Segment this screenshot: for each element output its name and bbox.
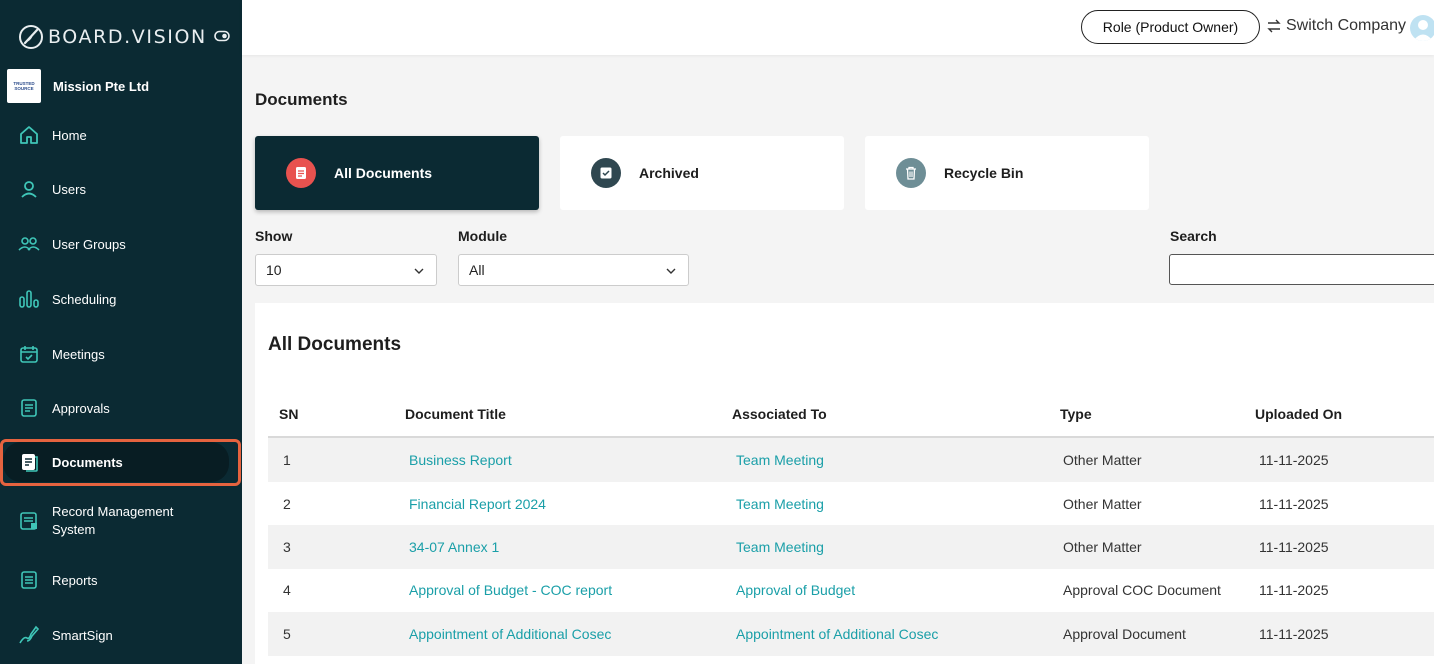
module-label: Module: [458, 228, 507, 244]
switch-arrows-icon: [1267, 19, 1281, 33]
associated-to-link[interactable]: Team Meeting: [736, 539, 824, 555]
table-row[interactable]: 3 34-07 Annex 1 Team Meeting Other Matte…: [268, 525, 1434, 569]
card-archived[interactable]: Archived: [560, 136, 844, 210]
cell-uploaded-on: 11-11-2025: [1259, 582, 1329, 598]
table-row[interactable]: 4 Approval of Budget - COC report Approv…: [268, 568, 1434, 612]
document-icon: [22, 454, 38, 472]
avatar[interactable]: [1410, 15, 1434, 41]
trash-icon: [896, 158, 926, 188]
cell-type: Other Matter: [1063, 452, 1142, 468]
sidebar-item-scheduling[interactable]: Scheduling: [0, 276, 242, 322]
module-select[interactable]: All: [458, 254, 689, 286]
sidebar-item-home[interactable]: Home: [0, 112, 242, 158]
cell-type: Other Matter: [1063, 496, 1142, 512]
logo-text: BOARD.VISION: [48, 26, 207, 48]
signature-icon: [19, 625, 40, 644]
card-recycle-bin[interactable]: Recycle Bin: [865, 136, 1149, 210]
sidebar-toggle-icon[interactable]: [214, 30, 230, 42]
brand-logo[interactable]: BOARD.VISION: [18, 24, 230, 50]
cell-type: Approval Document: [1063, 626, 1186, 642]
chevron-down-icon: [666, 268, 676, 274]
document-title-link[interactable]: Appointment of Additional Cosec: [409, 626, 611, 642]
cell-type: Approval COC Document: [1063, 582, 1221, 598]
document-title-link[interactable]: 34-07 Annex 1: [409, 539, 499, 555]
table-row[interactable]: 1 Business Report Team Meeting Other Mat…: [268, 438, 1434, 482]
document-icon: [286, 158, 316, 188]
archive-icon: [591, 158, 621, 188]
calendar-icon: [20, 346, 38, 363]
column-header-document-title[interactable]: Document Title: [405, 406, 506, 422]
user-icon: [21, 181, 37, 198]
table-row[interactable]: 5 Appointment of Additional Cosec Appoin…: [268, 612, 1434, 656]
show-label: Show: [255, 228, 293, 244]
associated-to-link[interactable]: Team Meeting: [736, 452, 824, 468]
column-header-type[interactable]: Type: [1060, 406, 1092, 422]
records-icon: [20, 512, 37, 530]
sidebar-item-meetings[interactable]: Meetings: [0, 331, 242, 377]
associated-to-link[interactable]: Appointment of Additional Cosec: [736, 626, 938, 642]
cell-uploaded-on: 11-11-2025: [1259, 496, 1329, 512]
sidebar: BOARD.VISION TRUSTED SOURCE Mission Pte …: [0, 0, 242, 664]
search-label: Search: [1170, 228, 1217, 244]
sidebar-item-smartsign[interactable]: SmartSign: [0, 612, 242, 658]
chevron-down-icon: [414, 268, 424, 274]
document-title-link[interactable]: Business Report: [409, 452, 512, 468]
associated-to-link[interactable]: Approval of Budget: [736, 582, 855, 598]
scheduling-icon: [19, 290, 39, 308]
column-header-sn[interactable]: SN: [279, 406, 298, 422]
cell-sn: 1: [283, 452, 291, 468]
cell-uploaded-on: 11-11-2025: [1259, 626, 1329, 642]
sidebar-item-reports[interactable]: Reports: [0, 557, 242, 603]
company-selector[interactable]: TRUSTED SOURCE Mission Pte Ltd: [7, 69, 149, 103]
document-title-link[interactable]: Financial Report 2024: [409, 496, 546, 512]
sidebar-item-user-groups[interactable]: User Groups: [0, 221, 242, 267]
cell-sn: 3: [283, 539, 291, 555]
sidebar-item-approvals[interactable]: Approvals: [0, 385, 242, 431]
sidebar-item-record-management[interactable]: Record Management System: [0, 498, 242, 544]
company-name: Mission Pte Ltd: [53, 78, 150, 94]
cell-uploaded-on: 11-11-2025: [1259, 539, 1329, 555]
reports-icon: [21, 571, 37, 589]
switch-company-button[interactable]: Switch Company: [1266, 17, 1406, 35]
column-header-associated-to[interactable]: Associated To: [732, 406, 827, 422]
document-title-link[interactable]: Approval of Budget - COC report: [409, 582, 612, 598]
switch-company-label: Switch Company: [1286, 17, 1407, 34]
sidebar-item-documents[interactable]: Documents: [0, 439, 242, 486]
role-button[interactable]: Role (Product Owner): [1081, 10, 1260, 44]
company-logo: TRUSTED SOURCE: [7, 69, 41, 103]
cell-sn: 4: [283, 582, 291, 598]
search-input[interactable]: [1169, 254, 1434, 285]
avatar-icon: [1413, 20, 1433, 41]
logo-mark-icon: [19, 25, 43, 49]
approvals-icon: [21, 399, 37, 417]
sidebar-item-users[interactable]: Users: [0, 166, 242, 212]
cell-type: Other Matter: [1063, 539, 1142, 555]
table-row[interactable]: 2 Financial Report 2024 Team Meeting Oth…: [268, 482, 1434, 526]
cell-uploaded-on: 11-11-2025: [1259, 452, 1329, 468]
page-title: Documents: [255, 90, 348, 109]
home-icon: [20, 126, 38, 144]
user-group-icon: [18, 237, 40, 251]
associated-to-link[interactable]: Team Meeting: [736, 496, 824, 512]
panel-title: All Documents: [268, 334, 402, 355]
column-header-uploaded-on[interactable]: Uploaded On: [1255, 406, 1342, 422]
card-all-documents[interactable]: All Documents: [255, 136, 539, 210]
show-select[interactable]: 10: [255, 254, 437, 286]
top-bar: Role (Product Owner) Switch Company: [242, 0, 1434, 55]
cell-sn: 2: [283, 496, 291, 512]
cell-sn: 5: [283, 626, 291, 642]
